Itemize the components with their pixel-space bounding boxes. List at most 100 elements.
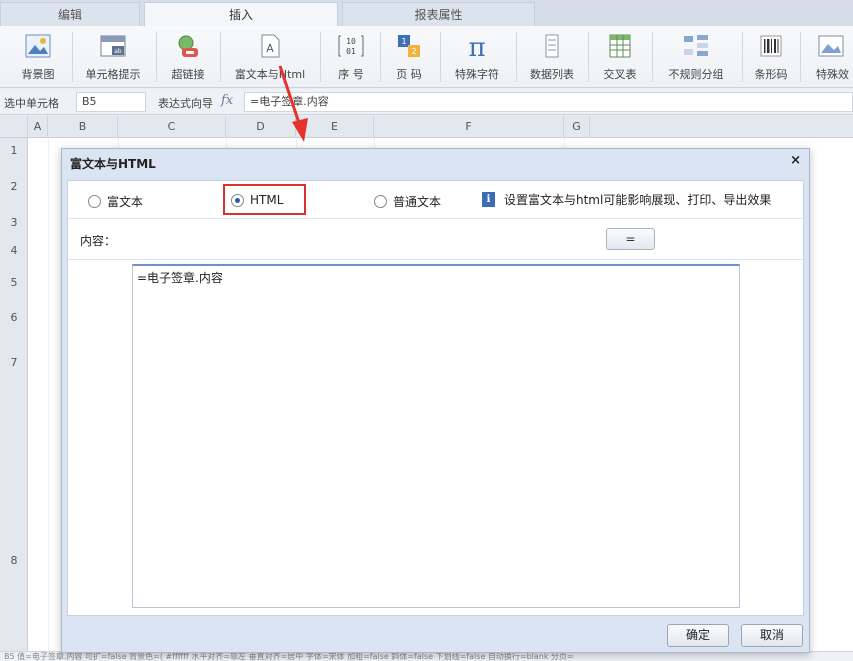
ribbon-separator [72, 32, 73, 82]
ribbon-separator [742, 32, 743, 82]
annotation-arrow-icon [278, 65, 308, 142]
highlight-box [223, 184, 306, 215]
svg-text:1: 1 [401, 37, 406, 46]
row-header[interactable]: 6 [0, 311, 28, 324]
column-header[interactable]: A [28, 116, 48, 138]
column-header-row: A B C D E F G [0, 116, 853, 138]
ribbon-label: 超链接 [171, 68, 205, 81]
dialog-body: 富文本 HTML 普通文本 i 设置富文本与html可能影响展现、打印、导出效果… [67, 180, 804, 616]
svg-text:10: 10 [346, 37, 356, 46]
formula-bar: 选中单元格 B5 表达式向导 fx =电子签章.内容 [0, 89, 853, 115]
radio-label: 富文本 [107, 195, 144, 209]
expression-wizard-label[interactable]: 表达式向导 [158, 95, 213, 111]
ribbon-label: 不规则分组 [668, 68, 724, 81]
insert-ribbon: 背景图 ab 单元格提示 超链接 A 富文本与Html 10 01 序 号 12 … [0, 26, 853, 88]
ribbon-barcode-button[interactable]: 条形码 [748, 26, 794, 88]
corner-cell[interactable] [0, 116, 28, 138]
svg-text:A: A [266, 42, 274, 55]
content-row: 内容： = [68, 220, 803, 260]
ribbon-separator [220, 32, 221, 82]
selected-cell-label: 选中单元格 [4, 97, 59, 110]
column-header[interactable]: C [118, 116, 226, 138]
row-header[interactable]: 2 [0, 180, 28, 193]
radio-label: 普通文本 [393, 195, 442, 209]
fx-icon[interactable]: fx [221, 93, 233, 108]
content-editor[interactable]: =电子签章.内容 [132, 264, 740, 608]
tab-edit[interactable]: 编辑 [0, 2, 140, 26]
row-header[interactable]: 5 [0, 276, 28, 289]
info-note: i 设置富文本与html可能影响展现、打印、导出效果 [482, 191, 771, 208]
ribbon-irregular-group-button[interactable]: 不规则分组 [658, 26, 734, 88]
tab-report-properties[interactable]: 报表属性 [342, 2, 535, 26]
editor-text[interactable]: =电子签章.内容 [137, 269, 223, 286]
row-header[interactable]: 4 [0, 244, 28, 257]
ribbon-label: 页 码 [396, 68, 422, 81]
svg-text:2: 2 [411, 47, 416, 56]
background-image-icon [25, 34, 51, 58]
formula-input[interactable]: =电子签章.内容 [244, 92, 853, 112]
ribbon-separator [516, 32, 517, 82]
ribbon-separator [652, 32, 653, 82]
row-header-column: 1 2 3 4 5 6 7 8 [0, 138, 28, 651]
ribbon-label: 序 号 [338, 68, 364, 81]
ribbon-label: 条形码 [754, 68, 788, 81]
row-header[interactable]: 1 [0, 144, 28, 157]
cell-tip-icon: ab [100, 35, 126, 57]
column-header[interactable]: B [48, 116, 118, 138]
ribbon-label: 数据列表 [530, 68, 574, 81]
data-list-icon [545, 34, 559, 58]
ribbon-page-number-button[interactable]: 12 页 码 [386, 26, 432, 88]
svg-text:01: 01 [346, 47, 356, 56]
radio-plain-text[interactable]: 普通文本 [374, 193, 441, 210]
ribbon-label: 单元格提示 [85, 68, 141, 81]
ribbon-label: 背景图 [21, 68, 55, 81]
ribbon-separator [800, 32, 801, 82]
svg-text:ab: ab [114, 48, 122, 55]
expression-button[interactable]: = [606, 228, 655, 250]
page-number-icon: 12 [398, 35, 420, 57]
special-effect-icon [818, 35, 843, 57]
pi-icon: π [468, 33, 485, 60]
column-header[interactable]: G [564, 116, 590, 138]
ribbon-special-effect-button[interactable]: 特殊效 [808, 26, 853, 88]
selected-cell-field[interactable]: B5 [76, 92, 146, 112]
irregular-group-icon [684, 35, 708, 56]
richtext-html-dialog: 富文本与HTML × 富文本 HTML 普通文本 i 设置富文本与html可能影… [61, 148, 810, 653]
barcode-icon [760, 35, 782, 57]
ribbon-label: 特殊效 [816, 68, 849, 81]
richtext-html-icon: A [261, 34, 280, 58]
top-tab-bar: 编辑 插入 报表属性 [0, 0, 853, 26]
tab-insert[interactable]: 插入 [144, 2, 338, 26]
row-header[interactable]: 8 [0, 554, 28, 567]
info-icon: i [482, 192, 495, 207]
sequence-icon: 1001 [338, 35, 364, 57]
ribbon-special-char-button[interactable]: π 特殊字符 [446, 26, 508, 88]
ribbon-cross-table-button[interactable]: 交叉表 [594, 26, 646, 88]
ribbon-label: 交叉表 [603, 68, 637, 81]
dialog-title: 富文本与HTML [70, 157, 156, 171]
format-option-row: 富文本 HTML 普通文本 i 设置富文本与html可能影响展现、打印、导出效果 [68, 181, 803, 219]
row-header[interactable]: 3 [0, 216, 28, 229]
column-header[interactable]: F [374, 116, 564, 138]
ribbon-separator [588, 32, 589, 82]
radio-richtext[interactable]: 富文本 [88, 193, 143, 210]
ribbon-hyperlink-button[interactable]: 超链接 [164, 26, 212, 88]
ribbon-label: 特殊字符 [455, 68, 499, 81]
info-text: 设置富文本与html可能影响展现、打印、导出效果 [504, 193, 772, 207]
cross-table-icon [609, 34, 631, 58]
ribbon-sequence-button[interactable]: 10 01 序 号 [328, 26, 374, 88]
row-header[interactable]: 7 [0, 356, 28, 369]
ribbon-separator [380, 32, 381, 82]
radio-circle[interactable] [88, 195, 101, 208]
content-label: 内容： [80, 234, 117, 248]
radio-circle[interactable] [374, 195, 387, 208]
ribbon-separator [440, 32, 441, 82]
ribbon-cell-tip-button[interactable]: ab 单元格提示 [80, 26, 146, 88]
ok-button[interactable]: 确定 [667, 624, 729, 647]
svg-text:π: π [468, 33, 485, 60]
ribbon-data-list-button[interactable]: 数据列表 [522, 26, 582, 88]
grid-line [48, 138, 49, 651]
ribbon-background-image-button[interactable]: 背景图 [14, 26, 62, 88]
cancel-button[interactable]: 取消 [741, 624, 803, 647]
close-icon[interactable]: × [790, 153, 801, 168]
